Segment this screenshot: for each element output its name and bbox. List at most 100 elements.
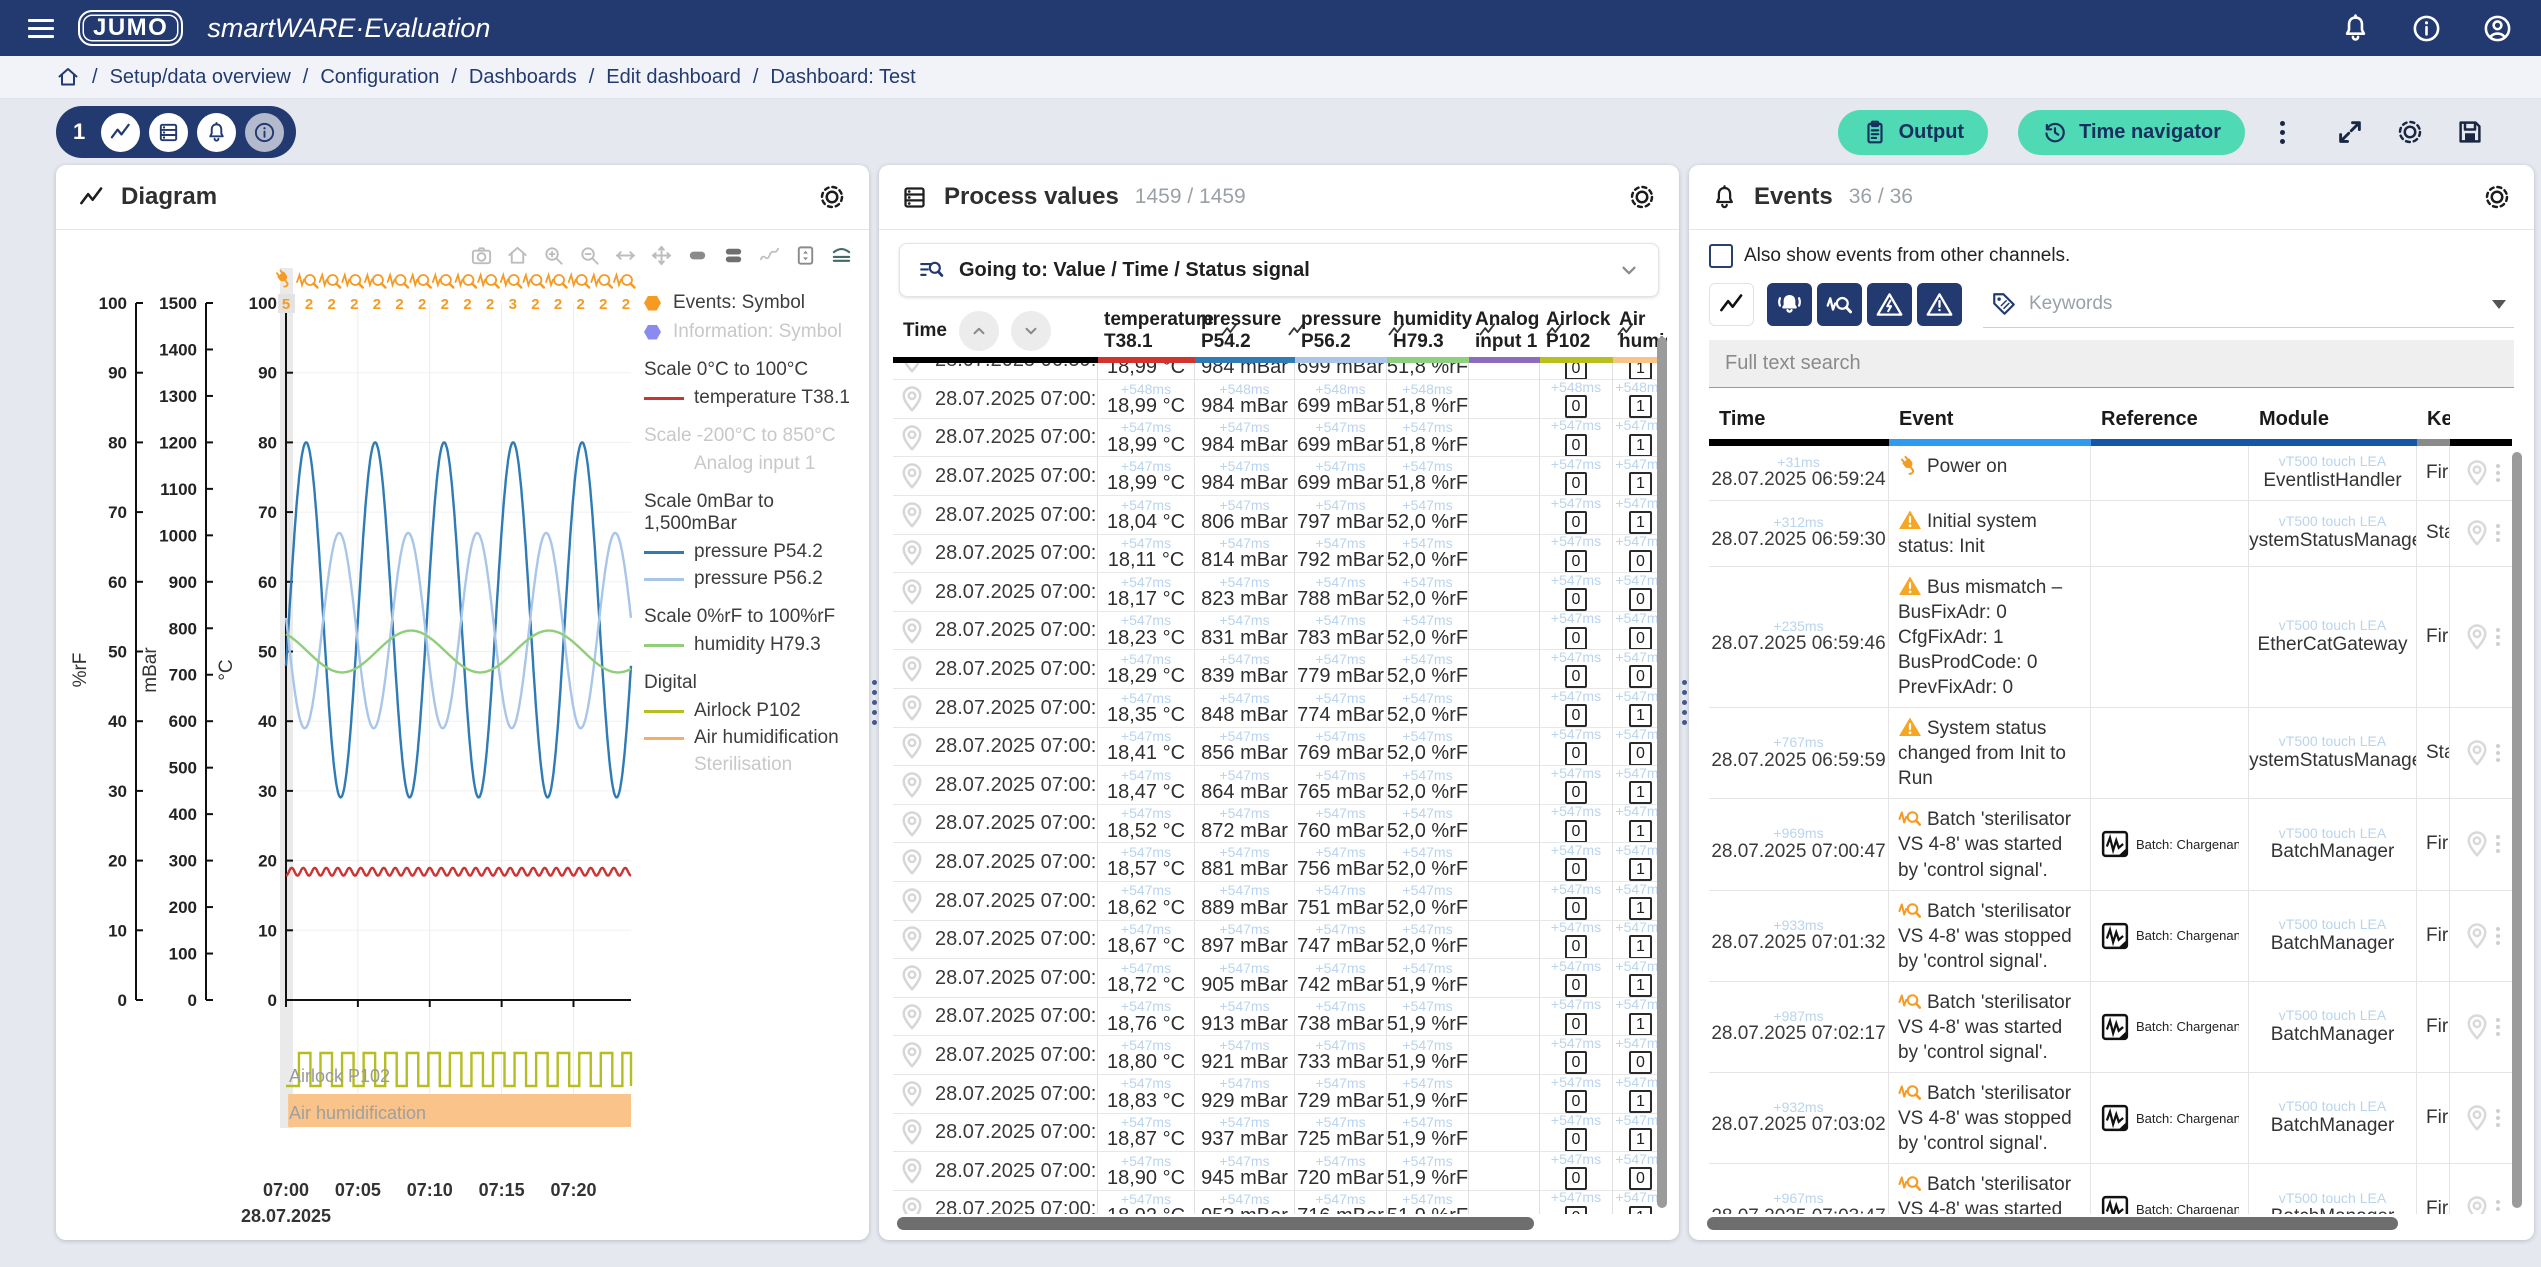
process-value-row[interactable]: 28.07.2025 07:00:14+547ms18,67 °C+547ms8…: [893, 921, 1667, 960]
process-value-row[interactable]: 28.07.2025 07:00:08+547ms18,35 °C+547ms8…: [893, 689, 1667, 728]
pan-icon[interactable]: [650, 244, 673, 267]
row-kebab-icon[interactable]: [2496, 835, 2500, 853]
process-value-row[interactable]: 28.07.2025 07:00:21+547ms18,92 °C+547ms9…: [893, 1191, 1667, 1214]
process-value-row[interactable]: 28.07.2025 06:59:59+548ms18,99 °C+548ms9…: [893, 363, 1667, 381]
events-column-header[interactable]: [2450, 404, 2512, 439]
breadcrumb-item[interactable]: Configuration: [320, 66, 439, 89]
breadcrumb-item[interactable]: Setup/data overview: [110, 66, 291, 89]
process-value-row[interactable]: 28.07.2025 07:00:00+548ms18,99 °C+548ms9…: [893, 380, 1667, 419]
pin-icon[interactable]: [2462, 921, 2492, 951]
events-settings-gear-icon[interactable]: [2482, 182, 2512, 212]
filter-warning-button[interactable]: [1917, 283, 1962, 326]
pin-icon[interactable]: [2462, 829, 2492, 859]
event-row[interactable]: +312ms28.07.2025 06:59:30Initial system …: [1709, 501, 2522, 567]
stacked-axes-icon[interactable]: [830, 244, 853, 267]
view-toggle-list-icon[interactable]: [149, 113, 188, 152]
event-row[interactable]: +767ms28.07.2025 06:59:59System status c…: [1709, 708, 2522, 799]
pin-icon[interactable]: [2462, 1194, 2492, 1214]
filter-trend-button[interactable]: [1709, 283, 1754, 326]
row-kebab-icon[interactable]: [2496, 1200, 2500, 1214]
pv-column-header[interactable]: Time: [893, 307, 1098, 357]
view-toggle-bell-icon[interactable]: [197, 113, 236, 152]
menu-icon[interactable]: [28, 19, 54, 38]
legend-item[interactable]: Airlock P102: [644, 700, 859, 722]
pin-icon[interactable]: [2462, 1103, 2492, 1133]
batch-event-marker[interactable]: 2: [455, 275, 476, 313]
batch-event-marker[interactable]: 2: [433, 275, 454, 313]
pin-icon[interactable]: [897, 538, 927, 568]
process-value-row[interactable]: 28.07.2025 07:00:04+547ms18,11 °C+547ms8…: [893, 535, 1667, 574]
legend-symbol-item[interactable]: Information: Symbol: [644, 321, 859, 343]
keywords-dropdown[interactable]: Keywords: [1983, 281, 2514, 328]
pv-column-header[interactable]: humidityH79.3: [1387, 307, 1469, 357]
pin-icon[interactable]: [2462, 622, 2492, 652]
compare-a-icon[interactable]: [686, 244, 709, 267]
filter-fault-button[interactable]: [1867, 283, 1912, 326]
legend-symbol-item[interactable]: Events: Symbol: [644, 292, 859, 314]
info-icon[interactable]: [2411, 13, 2442, 44]
pin-icon[interactable]: [897, 577, 927, 607]
batch-event-marker[interactable]: 2: [614, 275, 635, 313]
batch-event-marker[interactable]: 2: [546, 275, 567, 313]
pin-icon[interactable]: [897, 963, 927, 993]
batch-event-marker[interactable]: 2: [569, 275, 590, 313]
settings-gear-icon[interactable]: [2395, 117, 2425, 147]
pin-icon[interactable]: [2462, 518, 2492, 548]
row-kebab-icon[interactable]: [2496, 1109, 2500, 1127]
panel-resize-handle[interactable]: [1679, 165, 1689, 1240]
legend-item[interactable]: pressure P54.2: [644, 541, 859, 563]
view-toggle-info-icon[interactable]: [245, 113, 284, 152]
pv-column-header[interactable]: pressureP54.2: [1195, 307, 1295, 357]
filter-alarms-button[interactable]: [1767, 283, 1812, 326]
checkbox-box[interactable]: [1709, 244, 1733, 268]
event-row[interactable]: +987ms28.07.2025 07:02:17Batch 'sterilis…: [1709, 982, 2522, 1073]
pin-icon[interactable]: [897, 384, 927, 414]
process-value-row[interactable]: 28.07.2025 07:00:15+547ms18,72 °C+547ms9…: [893, 959, 1667, 998]
legend-item[interactable]: temperature T38.1: [644, 387, 859, 409]
event-row[interactable]: +967ms28.07.2025 07:03:47Batch 'sterilis…: [1709, 1164, 2522, 1214]
batch-event-marker[interactable]: 2: [342, 275, 363, 313]
process-value-row[interactable]: 28.07.2025 07:00:05+547ms18,17 °C+547ms8…: [893, 573, 1667, 612]
row-kebab-icon[interactable]: [2496, 927, 2500, 945]
process-value-row[interactable]: 28.07.2025 07:00:09+547ms18,41 °C+547ms8…: [893, 728, 1667, 767]
more-options-kebab-icon[interactable]: [2275, 117, 2305, 147]
events-column-header[interactable]: Event: [1889, 404, 2091, 439]
process-values-vertical-scrollbar[interactable]: [1657, 337, 1667, 1208]
pin-icon[interactable]: [897, 461, 927, 491]
process-value-row[interactable]: 28.07.2025 07:00:12+547ms18,57 °C+547ms8…: [893, 843, 1667, 882]
pin-icon[interactable]: [2462, 1012, 2492, 1042]
output-button[interactable]: Output: [1838, 110, 1989, 155]
events-column-header[interactable]: Module: [2249, 404, 2417, 439]
pin-icon[interactable]: [897, 500, 927, 530]
pin-icon[interactable]: [897, 693, 927, 723]
batch-event-marker[interactable]: 2: [388, 275, 409, 313]
batch-event-marker[interactable]: 2: [591, 275, 612, 313]
time-navigator-button[interactable]: Time navigator: [2018, 110, 2245, 155]
events-horizontal-scrollbar[interactable]: [1705, 1217, 2518, 1231]
pin-icon[interactable]: [897, 616, 927, 646]
compare-b-icon[interactable]: [722, 244, 745, 267]
camera-icon[interactable]: [470, 244, 493, 267]
pin-icon[interactable]: [2462, 738, 2492, 768]
row-kebab-icon[interactable]: [2496, 628, 2500, 646]
batch-event-marker[interactable]: 2: [320, 275, 341, 313]
row-kebab-icon[interactable]: [2496, 464, 2500, 482]
home-icon[interactable]: [506, 244, 529, 267]
home-icon[interactable]: [56, 65, 80, 89]
pin-icon[interactable]: [897, 1195, 927, 1214]
event-row[interactable]: +31ms28.07.2025 06:59:24Power onvT500 to…: [1709, 446, 2522, 501]
process-value-row[interactable]: 28.07.2025 07:00:07+547ms18,29 °C+547ms8…: [893, 650, 1667, 689]
pv-column-header[interactable]: Analoginput 1: [1469, 307, 1540, 357]
pin-icon[interactable]: [2462, 458, 2492, 488]
view-toggle-trend-icon[interactable]: [101, 113, 140, 152]
show-other-channels-checkbox[interactable]: Also show events from other channels.: [1709, 244, 2514, 268]
event-row[interactable]: +969ms28.07.2025 07:00:47Batch 'sterilis…: [1709, 799, 2522, 890]
zoom-out-icon[interactable]: [578, 244, 601, 267]
process-value-row[interactable]: 28.07.2025 07:00:03+547ms18,04 °C+547ms8…: [893, 496, 1667, 535]
autoscale-icon[interactable]: [614, 244, 637, 267]
line-mode-icon[interactable]: [758, 244, 781, 267]
save-icon[interactable]: [2455, 117, 2485, 147]
legend-item[interactable]: pressure P56.2: [644, 568, 859, 590]
zoom-in-icon[interactable]: [542, 244, 565, 267]
process-value-row[interactable]: 28.07.2025 07:00:16+547ms18,76 °C+547ms9…: [893, 998, 1667, 1037]
